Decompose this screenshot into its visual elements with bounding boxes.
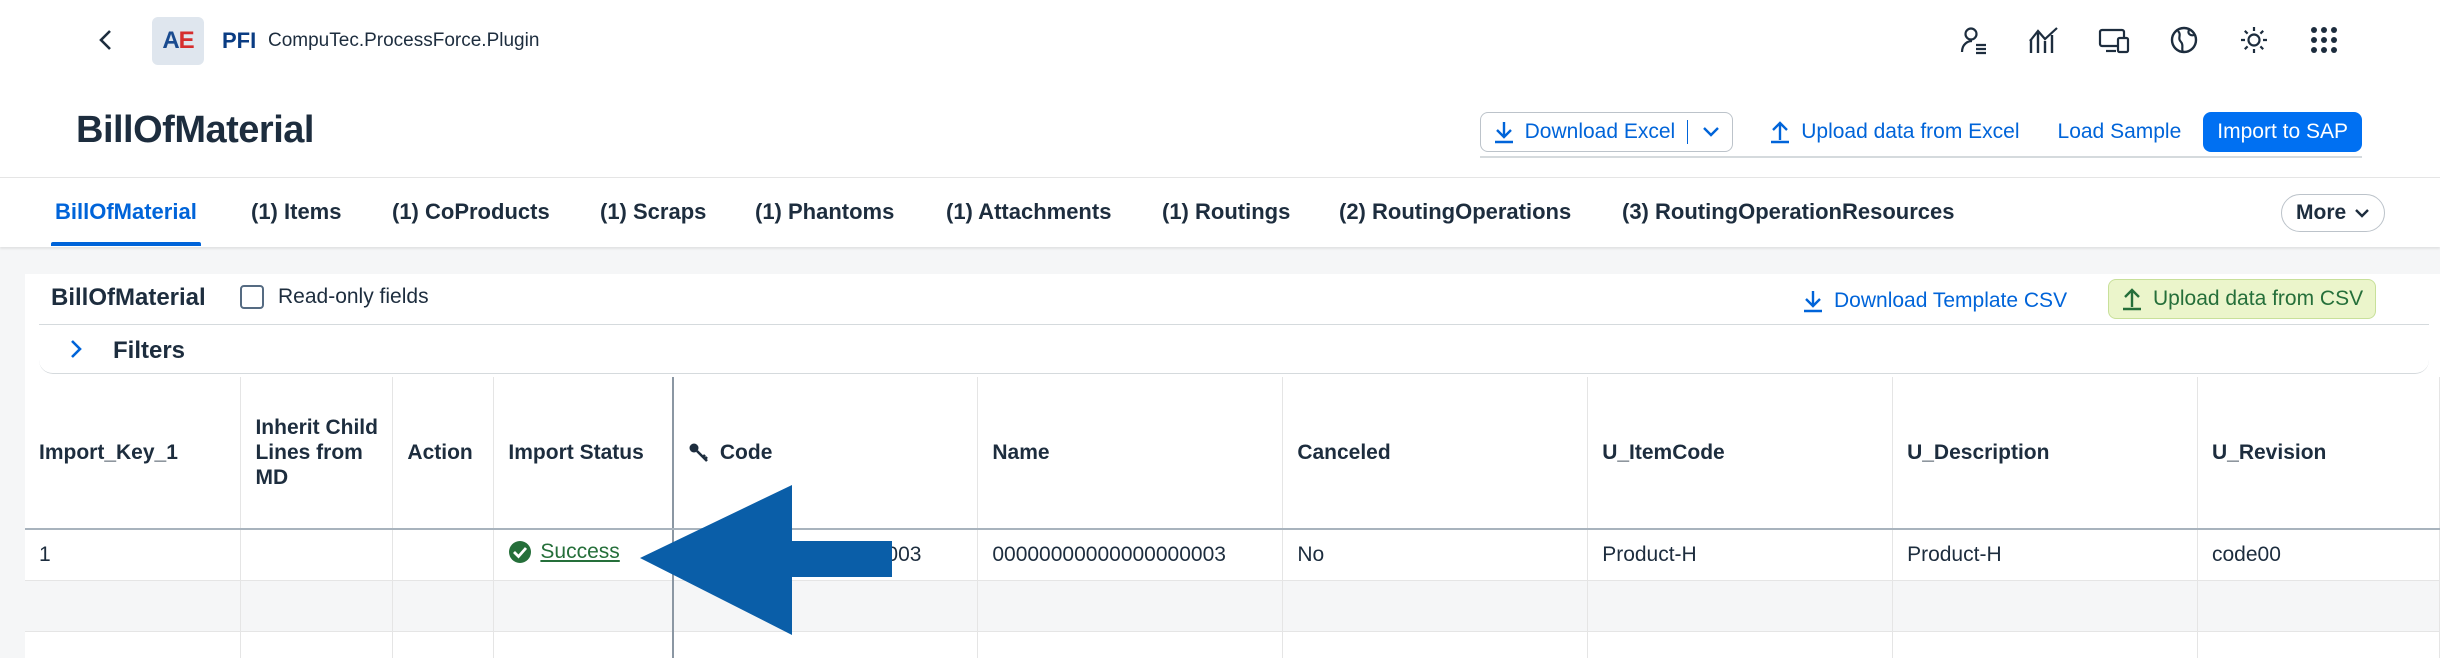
back-button[interactable] [88, 22, 124, 58]
column-header-import-key[interactable]: Import_Key_1 [25, 377, 242, 530]
app-logo: AE [152, 17, 204, 65]
tab-routings[interactable]: (1) Routings [1162, 178, 1290, 246]
app-short-name: PFI [222, 28, 257, 53]
tab-routingoperationresources[interactable]: (3) RoutingOperationResources [1622, 178, 1954, 246]
download-icon [1493, 120, 1515, 144]
logo-letter-e: E [178, 27, 195, 54]
split-separator [1687, 120, 1689, 144]
status-text: Success [540, 539, 620, 563]
cell-inherit[interactable] [240, 529, 394, 581]
user-settings-icon [1960, 27, 1986, 55]
cell-canceled[interactable]: No [1282, 529, 1589, 581]
cell-revision[interactable]: code00 [2197, 529, 2440, 581]
app-grid-icon [2311, 27, 2337, 53]
chevron-right-icon[interactable] [69, 338, 83, 365]
chevron-left-icon [99, 30, 111, 50]
language-button[interactable] [2164, 20, 2204, 60]
filters-bar[interactable]: Filters [39, 324, 2429, 374]
logo-letter-a: A [162, 27, 179, 54]
column-header-description[interactable]: U_Description [1892, 377, 2198, 530]
code-header-label: Code [719, 440, 773, 464]
tab-routingoperations[interactable]: (2) RoutingOperations [1339, 178, 1571, 246]
tab-coproducts[interactable]: (1) CoProducts [392, 178, 550, 246]
download-icon [1802, 289, 1824, 313]
tab-items[interactable]: (1) Items [251, 178, 341, 246]
readonly-label: Read-only fields [278, 285, 429, 308]
table-row-empty[interactable] [25, 580, 2440, 632]
devices-button[interactable] [2094, 20, 2134, 60]
cell-name[interactable]: 00000000000000000003 [977, 529, 1284, 581]
download-excel-label: Download Excel [1524, 120, 1676, 143]
chevron-down-icon [2354, 208, 2370, 218]
user-settings-button[interactable] [1954, 20, 1994, 60]
cell-import-key[interactable]: 1 [25, 529, 242, 581]
table-title: BillOfMaterial [51, 284, 206, 311]
upload-csv-button[interactable]: Upload data from CSV [2108, 279, 2377, 319]
tab-billofmaterial[interactable]: BillOfMaterial [51, 178, 201, 246]
app-name: CompuTec.ProcessForce.Plugin [268, 30, 540, 51]
chevron-down-icon[interactable] [1702, 120, 1720, 144]
table-header-row: Import_Key_1 Inherit Child Lines from MD… [25, 377, 2440, 530]
column-header-canceled[interactable]: Canceled [1282, 377, 1589, 530]
download-excel-button[interactable]: Download Excel [1479, 112, 1734, 152]
cell-description[interactable]: Product-H [1892, 529, 2198, 581]
object-tabs: BillOfMaterial (1) Items (1) CoProducts … [0, 177, 2440, 247]
page-title: BillOfMaterial [76, 109, 314, 151]
analytics-button[interactable] [2024, 20, 2064, 60]
download-template-label: Download Template CSV [1834, 289, 2068, 312]
globe-icon [2170, 26, 2198, 54]
table-row-empty[interactable] [25, 631, 2440, 658]
tab-scraps[interactable]: (1) Scraps [600, 178, 706, 246]
shell-actions [1954, 20, 2344, 60]
more-label: More [2296, 201, 2347, 224]
column-header-revision[interactable]: U_Revision [2197, 377, 2440, 530]
readonly-fields-checkbox[interactable]: Read-only fields [240, 285, 429, 309]
shell-bar: AE PFI CompuTec.ProcessForce.Plugin [0, 0, 2440, 81]
column-header-itemcode[interactable]: U_ItemCode [1587, 377, 1894, 530]
tab-attachments[interactable]: (1) Attachments [946, 178, 1111, 246]
key-icon [688, 442, 710, 464]
upload-excel-label: Upload data from Excel [1801, 120, 2020, 143]
column-header-inherit[interactable]: Inherit Child Lines from MD [240, 377, 394, 530]
cell-action[interactable] [392, 529, 495, 581]
upload-excel-button[interactable]: Upload data from Excel [1757, 112, 2031, 152]
upload-csv-label: Upload data from CSV [2153, 287, 2364, 310]
status-success-link[interactable]: Success [508, 539, 620, 564]
more-tabs-button[interactable]: More [2281, 194, 2386, 232]
header-toolbar: Download Excel Upload data from Excel Lo… [1479, 110, 2363, 158]
annotation-arrow-icon [640, 485, 892, 635]
upload-icon [2121, 287, 2143, 311]
upload-icon [1769, 120, 1791, 144]
table-card: BillOfMaterial Read-only fields Download… [25, 274, 2440, 658]
analytics-icon [2029, 27, 2058, 53]
download-template-csv-button[interactable]: Download Template CSV [1802, 282, 2067, 320]
theme-button[interactable] [2234, 20, 2274, 60]
filters-label: Filters [113, 337, 186, 364]
import-to-sap-button[interactable]: Import to SAP [2203, 112, 2362, 152]
app-grid-button[interactable] [2304, 20, 2344, 60]
devices-icon [2098, 28, 2130, 54]
success-check-icon [508, 540, 532, 564]
load-sample-button[interactable]: Load Sample [2046, 112, 2194, 152]
table-row[interactable]: 1 Success 00000000000000000003 000000000… [25, 529, 2440, 581]
tab-phantoms[interactable]: (1) Phantoms [755, 178, 894, 246]
cell-itemcode[interactable]: Product-H [1587, 529, 1894, 581]
theme-sun-icon [2241, 27, 2267, 53]
column-header-action[interactable]: Action [392, 377, 495, 530]
column-header-name[interactable]: Name [977, 377, 1284, 530]
page-header: BillOfMaterial Download Excel Upload dat… [0, 81, 2440, 177]
data-table: Import_Key_1 Inherit Child Lines from MD… [25, 377, 2440, 658]
checkbox-box[interactable] [240, 285, 264, 309]
